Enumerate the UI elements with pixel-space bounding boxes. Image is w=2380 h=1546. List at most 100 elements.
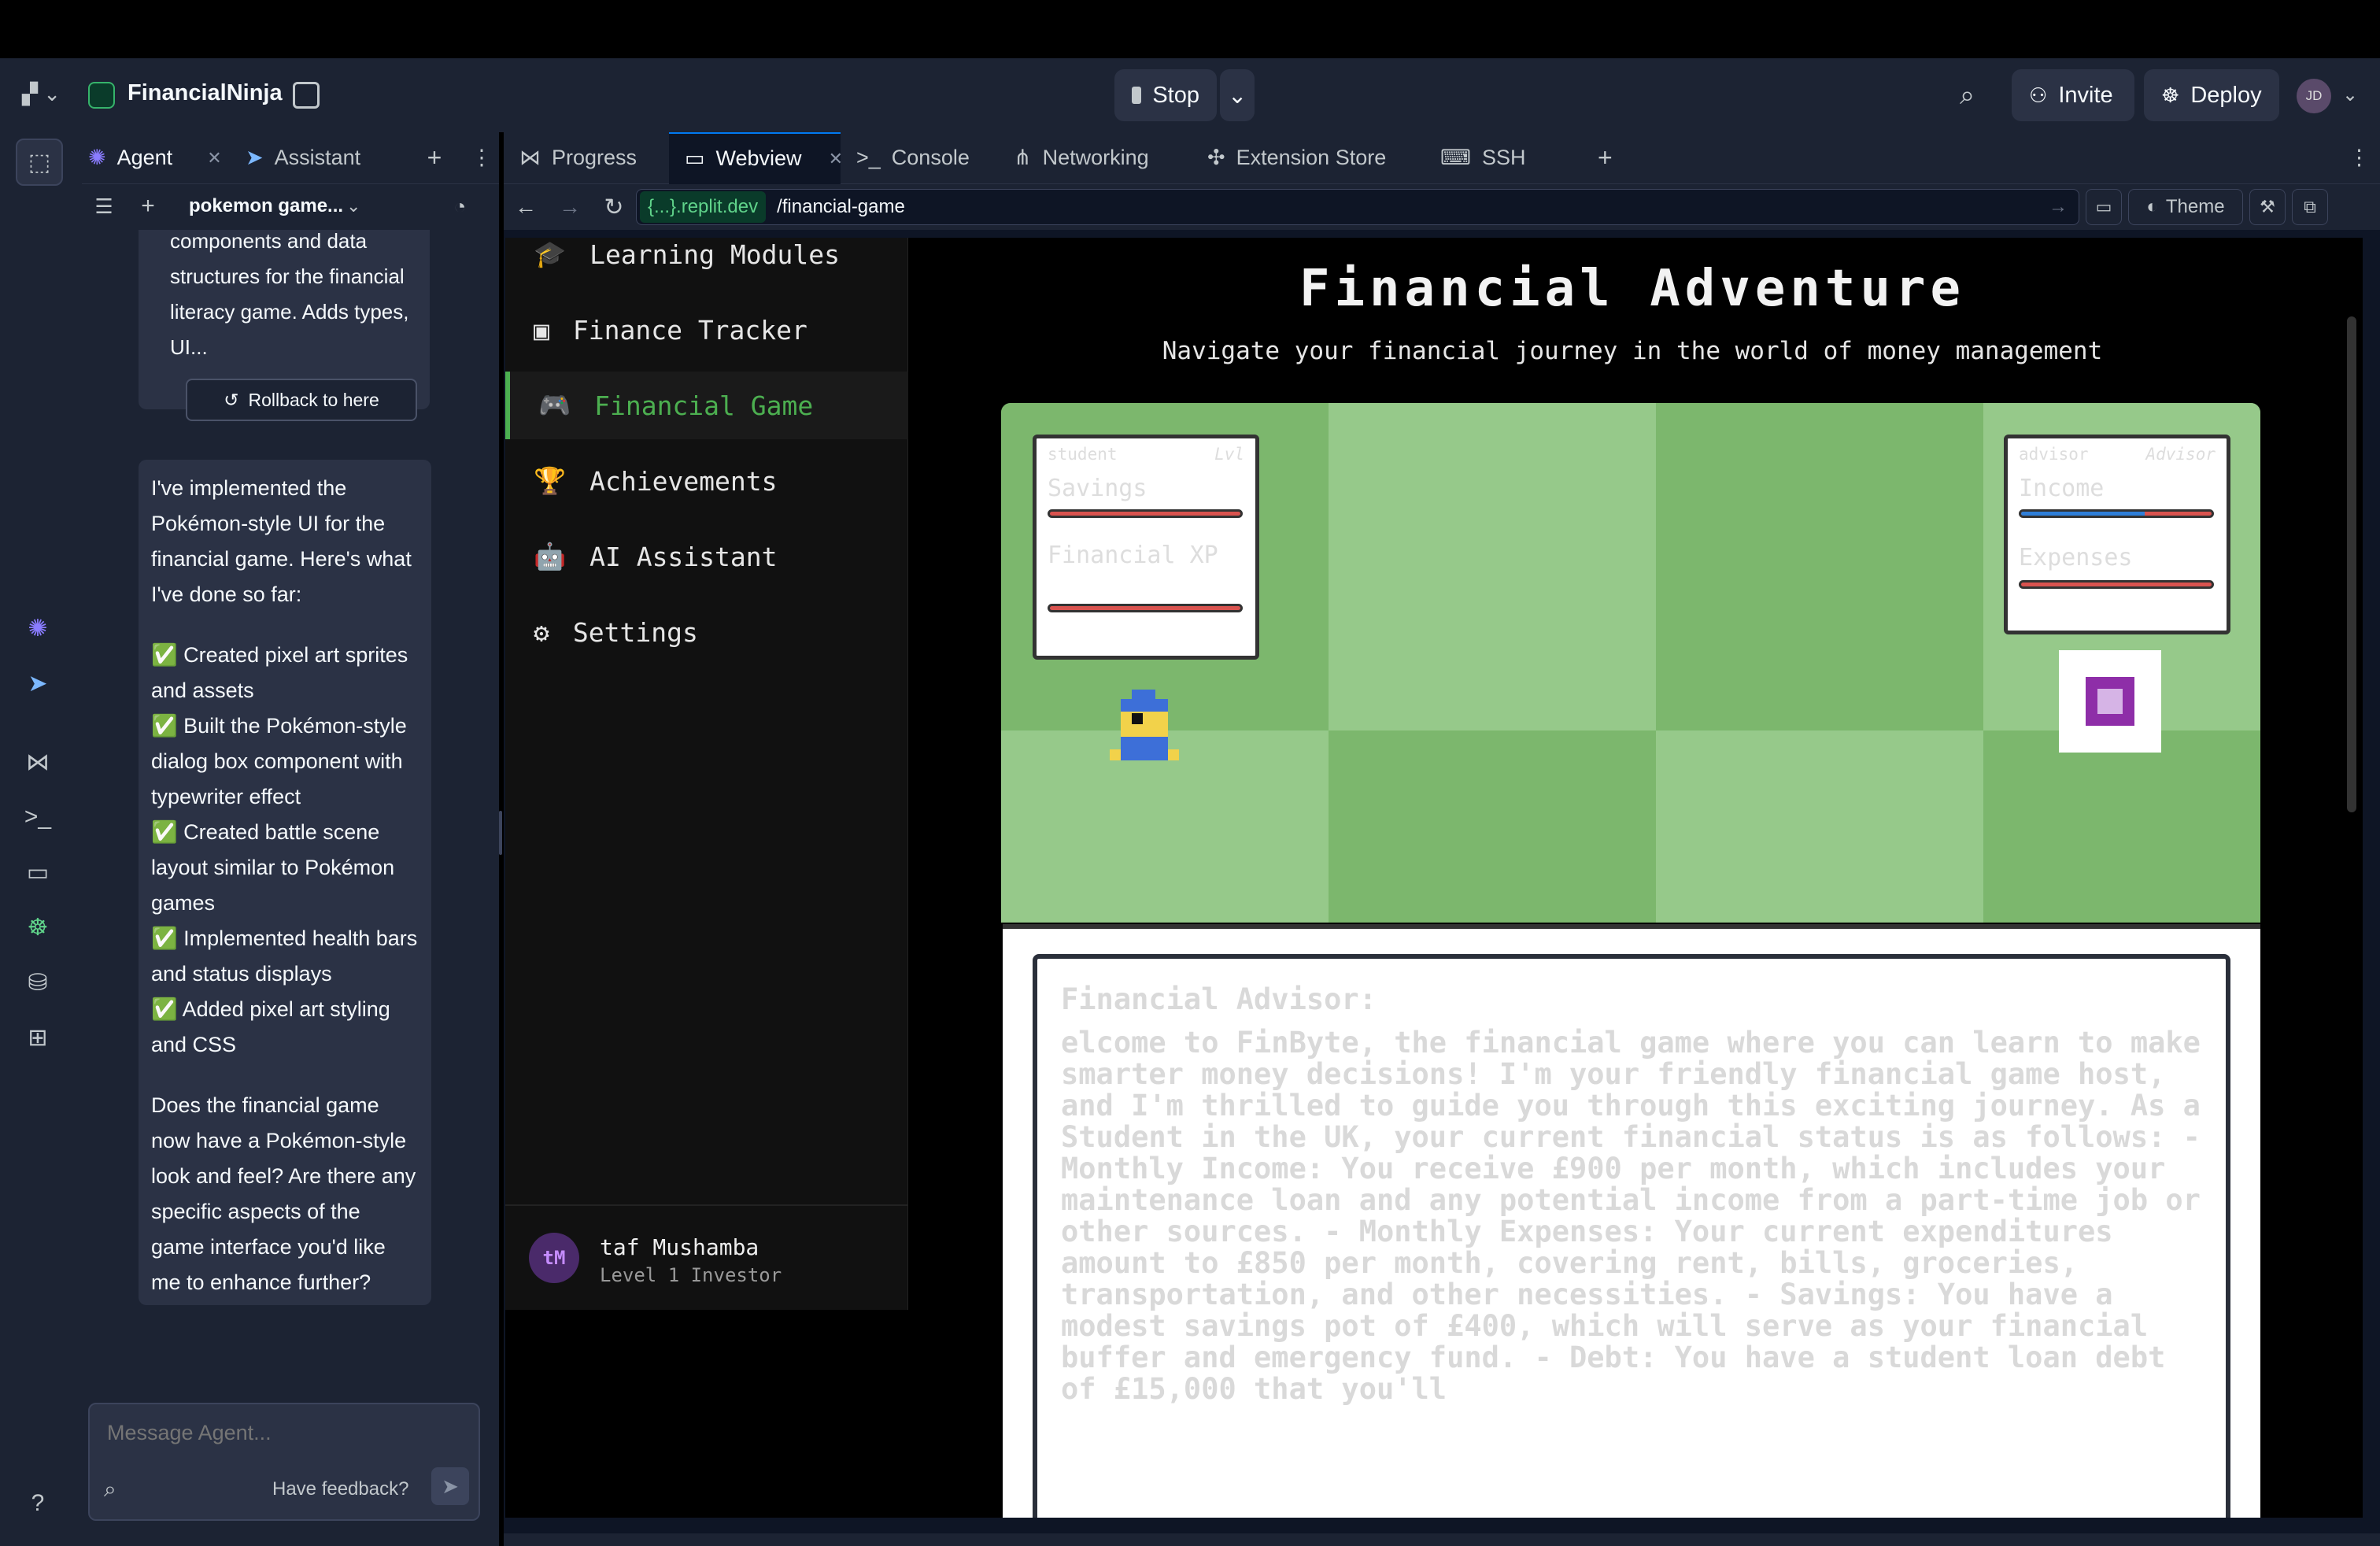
speed-gauge-icon[interactable]: ◔ bbox=[453, 194, 466, 219]
panel-resize-handle[interactable] bbox=[499, 811, 502, 855]
message-input[interactable] bbox=[90, 1409, 479, 1456]
console-icon[interactable]: >_ bbox=[16, 795, 60, 839]
thread-title[interactable]: pokemon game... bbox=[189, 195, 346, 217]
replit-menu-icon[interactable]: ▞ ⌄ bbox=[22, 82, 69, 109]
expenses-bar bbox=[2019, 580, 2214, 589]
dialog-text: elcome to FinByte, the financial game wh… bbox=[1061, 1026, 2201, 1406]
nav-finance-tracker[interactable]: ▣ Finance Tracker bbox=[505, 296, 908, 364]
reload-icon[interactable]: ↻ bbox=[592, 194, 636, 221]
deploy-button[interactable]: ☸ Deploy bbox=[2144, 69, 2279, 121]
tab-ssh[interactable]: ⌨ SSH bbox=[1425, 132, 1582, 184]
search-icon[interactable]: ⌕ bbox=[1960, 80, 1975, 111]
gear-icon: ⚙ bbox=[534, 616, 549, 648]
avatar-chevron-icon[interactable]: ⌄ bbox=[2342, 83, 2358, 106]
deploy-label: Deploy bbox=[2190, 82, 2262, 108]
income-bar-fill bbox=[2021, 512, 2145, 516]
tab-networking-label: Networking bbox=[1042, 146, 1149, 169]
project-name[interactable]: FinancialNinja bbox=[128, 80, 283, 106]
game-subtitle: Navigate your financial journey in the w… bbox=[1162, 337, 2103, 365]
grass-tile bbox=[1983, 730, 2260, 923]
more-options-icon[interactable]: ⋮ bbox=[2333, 132, 2380, 184]
user-name: taf Mushamba bbox=[600, 1234, 759, 1260]
tab-webview[interactable]: ▭ Webview ✕ bbox=[669, 131, 843, 184]
rollback-button[interactable]: ↺ Rollback to here bbox=[186, 379, 417, 421]
stop-button[interactable]: Stop bbox=[1114, 69, 1217, 121]
user-level: Level 1 Investor bbox=[600, 1264, 782, 1286]
deploy-rail-icon[interactable]: ☸ bbox=[16, 905, 60, 949]
opponent-name: advisor bbox=[2019, 445, 2089, 464]
new-tab-plus-icon[interactable]: + bbox=[1582, 132, 1629, 184]
webview-toolbar: ← → ↻ {...}.replit.dev /financial-game →… bbox=[504, 184, 2380, 230]
thread-list-icon[interactable]: ☰ bbox=[82, 194, 126, 219]
message-item: ✅ Built the Pokémon-style dialog box com… bbox=[151, 714, 407, 808]
tab-assistant[interactable]: ➤ Assistant bbox=[238, 132, 403, 184]
thread-chevron-icon[interactable]: ⌄ bbox=[346, 196, 360, 216]
networking-icon: ⋔ bbox=[1014, 146, 1032, 169]
new-thread-plus-icon[interactable]: + bbox=[126, 193, 170, 220]
attach-icon[interactable]: ⌕ bbox=[104, 1477, 116, 1503]
close-icon[interactable]: ✕ bbox=[207, 148, 221, 168]
webview-icon[interactable]: ▭ bbox=[16, 850, 60, 894]
go-arrow-icon[interactable]: → bbox=[2049, 196, 2068, 218]
agent-panel: ✺ Agent ✕ ➤ Assistant + ⋮ ☰ + pokemon ga… bbox=[76, 132, 499, 1546]
user-avatar[interactable]: JD bbox=[2297, 79, 2331, 113]
invite-button[interactable]: ⚇ Invite bbox=[2012, 69, 2134, 121]
assistant-icon: ➤ bbox=[246, 146, 264, 169]
workspace-pane: ⋈ Progress ▭ Webview ✕ >_ Console ⋔ Networkin… bbox=[504, 131, 2380, 1546]
tab-agent[interactable]: ✺ Agent ✕ bbox=[82, 132, 238, 184]
tab-webview-label: Webview bbox=[715, 146, 802, 170]
advisor-sprite bbox=[2059, 650, 2161, 753]
nav-settings[interactable]: ⚙ Settings bbox=[505, 598, 908, 666]
nav-ai-assistant[interactable]: 🤖 AI Assistant bbox=[505, 523, 908, 590]
savings-bar bbox=[1048, 509, 1243, 518]
deploy-icon: ☸ bbox=[2161, 83, 2180, 107]
forward-arrow-icon[interactable]: → bbox=[548, 194, 592, 220]
new-tab-plus-icon[interactable]: + bbox=[403, 132, 466, 184]
left-icon-rail: ⬚ ✺ ➤ ⋈ >_ ▭ ☸ ⛁ ⊞ ? bbox=[0, 132, 76, 1546]
all-tools-icon[interactable]: ⊞ bbox=[16, 1015, 60, 1060]
add-user-icon: ⚇ bbox=[2029, 83, 2048, 107]
tab-networking[interactable]: ⋔ Networking bbox=[998, 132, 1192, 184]
open-external-icon[interactable]: ⧉ bbox=[2292, 189, 2328, 225]
more-options-icon[interactable]: ⋮ bbox=[466, 132, 497, 184]
devtools-icon[interactable]: ▭ bbox=[2086, 189, 2122, 225]
progress-icon[interactable]: ⋈ bbox=[16, 740, 60, 784]
tab-progress[interactable]: ⋈ Progress bbox=[504, 132, 669, 184]
run-options-chevron-icon[interactable]: ⌄ bbox=[1220, 69, 1255, 121]
sidebar-divider bbox=[505, 1204, 908, 1206]
page-scrollbar[interactable] bbox=[2347, 316, 2356, 812]
nav-financial-game[interactable]: 🎮 Financial Game bbox=[505, 372, 908, 439]
tab-extension-store-label: Extension Store bbox=[1236, 146, 1387, 169]
dialog-box[interactable]: Financial Advisor: elcome to FinByte, th… bbox=[1033, 954, 2230, 1518]
feedback-link[interactable]: Have feedback? bbox=[272, 1478, 408, 1500]
theme-button[interactable]: ◐ Theme bbox=[2128, 189, 2243, 225]
tab-extension-store[interactable]: ✣ Extension Store bbox=[1192, 132, 1425, 184]
agent-icon: ✺ bbox=[88, 146, 106, 169]
send-icon[interactable]: ➤ bbox=[431, 1467, 469, 1505]
player-name: student bbox=[1048, 445, 1118, 464]
monitor-icon: ▭ bbox=[685, 146, 705, 170]
nav-label: Settings bbox=[572, 616, 698, 648]
wrench-icon[interactable]: ⚒ bbox=[2249, 189, 2286, 225]
player-sprite bbox=[1110, 690, 1188, 776]
battle-scene: student Lvl Savings Financial XP advisor… bbox=[1001, 403, 2260, 923]
income-bar bbox=[2019, 509, 2214, 518]
agent-icon[interactable]: ✺ bbox=[16, 606, 60, 650]
nav-learning-modules[interactable]: 🎓 Learning Modules bbox=[505, 238, 908, 288]
puzzle-icon: ✣ bbox=[1207, 146, 1225, 169]
robot-icon: 🤖 bbox=[534, 541, 567, 571]
assistant-icon[interactable]: ➤ bbox=[16, 661, 60, 705]
rollback-label: Rollback to here bbox=[248, 389, 379, 410]
database-icon[interactable]: ⛁ bbox=[16, 960, 60, 1004]
user-avatar[interactable]: tM bbox=[529, 1233, 579, 1283]
nav-achievements[interactable]: 🏆 Achievements bbox=[505, 447, 908, 515]
back-arrow-icon[interactable]: ← bbox=[504, 194, 548, 220]
stat-expenses-label: Expenses bbox=[2019, 544, 2133, 571]
url-bar[interactable]: {...}.replit.dev /financial-game → bbox=[636, 189, 2079, 225]
nav-label: Financial Game bbox=[594, 390, 814, 421]
tab-console[interactable]: >_ Console bbox=[841, 132, 998, 184]
project-info-icon[interactable] bbox=[293, 82, 320, 109]
file-tree-icon[interactable]: ⬚ bbox=[16, 139, 63, 186]
tab-assistant-label: Assistant bbox=[274, 146, 361, 169]
help-icon[interactable]: ? bbox=[16, 1481, 60, 1526]
